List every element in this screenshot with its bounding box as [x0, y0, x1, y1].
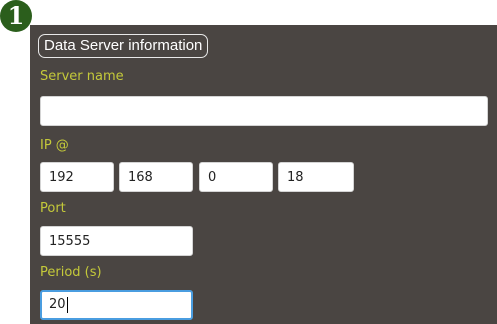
server-name-input[interactable]: [40, 96, 488, 126]
server-name-label: Server name: [40, 69, 124, 84]
ip-octet-2-input[interactable]: [119, 162, 193, 192]
ip-address-label: IP @: [40, 138, 69, 153]
period-label: Period (s): [40, 265, 102, 280]
data-server-panel: Data Server information Server name IP @…: [30, 25, 497, 324]
text-caret: [66, 296, 68, 313]
section-title: Data Server information: [38, 34, 209, 58]
ip-octet-3-input[interactable]: [199, 162, 273, 192]
ip-octet-1-input[interactable]: [40, 162, 114, 192]
ip-octet-4-input[interactable]: [278, 162, 354, 192]
port-label: Port: [40, 201, 66, 216]
period-input-value: 20: [49, 297, 66, 312]
period-input[interactable]: 20: [40, 290, 193, 320]
step-number-badge: 1: [0, 0, 32, 32]
port-input[interactable]: [40, 226, 193, 256]
